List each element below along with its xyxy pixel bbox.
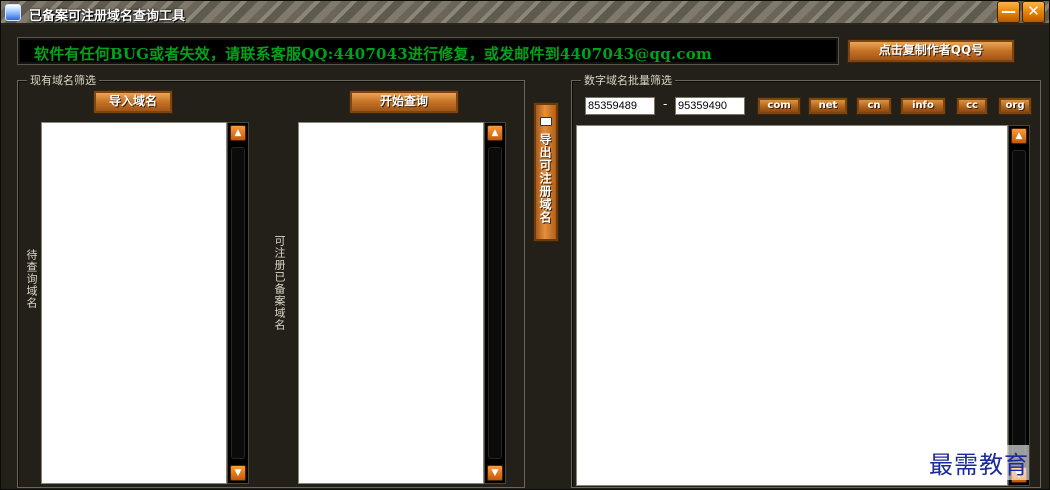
scrollbar-track[interactable] (488, 147, 502, 459)
close-button[interactable]: ✕ (1022, 1, 1045, 23)
suffix-org-button[interactable]: org (998, 97, 1032, 115)
range-end-input[interactable] (675, 97, 745, 115)
app-icon (5, 4, 21, 21)
registrable-domains-scrollbar[interactable]: ▲ ▼ (484, 122, 506, 484)
scroll-up-icon[interactable]: ▲ (1011, 128, 1027, 144)
suffix-com-button[interactable]: com (757, 97, 801, 115)
range-start-input[interactable] (585, 97, 655, 115)
suffix-cc-button[interactable]: cc (956, 97, 988, 115)
suffix-cn-button[interactable]: cn (856, 97, 892, 115)
title-bar[interactable]: 已备案可注册域名查询工具 — ✕ (1, 1, 1049, 25)
range-separator: - (663, 97, 668, 111)
registrable-domains-label: 可注册已备案域名 (273, 235, 286, 331)
suffix-info-button[interactable]: info (900, 97, 946, 115)
existing-domain-filter-legend: 现有域名筛选 (27, 72, 99, 88)
pending-domains-label: 待查询域名 (25, 249, 38, 309)
notice-text: 软件有任何BUG或者失效，请联系客服QQ:4407043进行修复，或发邮件到44… (34, 45, 712, 63)
start-query-button[interactable]: 开始查询 (349, 90, 459, 114)
import-domains-button[interactable]: 导入域名 (93, 90, 173, 114)
registrable-domains-list[interactable] (298, 122, 484, 484)
watermark-text: 最需教育 (929, 445, 1029, 480)
scroll-down-icon[interactable]: ▼ (230, 465, 246, 481)
pending-domains-scrollbar[interactable]: ▲ ▼ (227, 122, 249, 484)
scroll-up-icon[interactable]: ▲ (230, 125, 246, 141)
numeric-domain-filter-legend: 数字域名批量筛选 (581, 72, 675, 88)
scroll-down-icon[interactable]: ▼ (487, 465, 503, 481)
export-registrable-domains-button[interactable]: 导出可注册域名 (533, 102, 559, 242)
scrollbar-track[interactable] (1012, 150, 1026, 461)
export-button-label: 导出可注册域名 (538, 133, 552, 224)
numeric-domains-scrollbar[interactable]: ▲ ▼ (1008, 125, 1030, 486)
export-icon (540, 117, 552, 126)
app-window: 已备案可注册域名查询工具 — ✕ 软件有任何BUG或者失效，请联系客服QQ:44… (0, 0, 1050, 490)
scroll-up-icon[interactable]: ▲ (487, 125, 503, 141)
numeric-domains-list[interactable] (576, 125, 1008, 486)
window-title: 已备案可注册域名查询工具 (29, 9, 186, 24)
notice-banner: 软件有任何BUG或者失效，请联系客服QQ:4407043进行修复，或发邮件到44… (17, 37, 839, 65)
copy-author-qq-button[interactable]: 点击复制作者QQ号 (847, 39, 1015, 63)
pending-domains-list[interactable] (41, 122, 227, 484)
minimize-button[interactable]: — (997, 1, 1020, 23)
suffix-net-button[interactable]: net (808, 97, 848, 115)
scrollbar-track[interactable] (231, 147, 245, 459)
